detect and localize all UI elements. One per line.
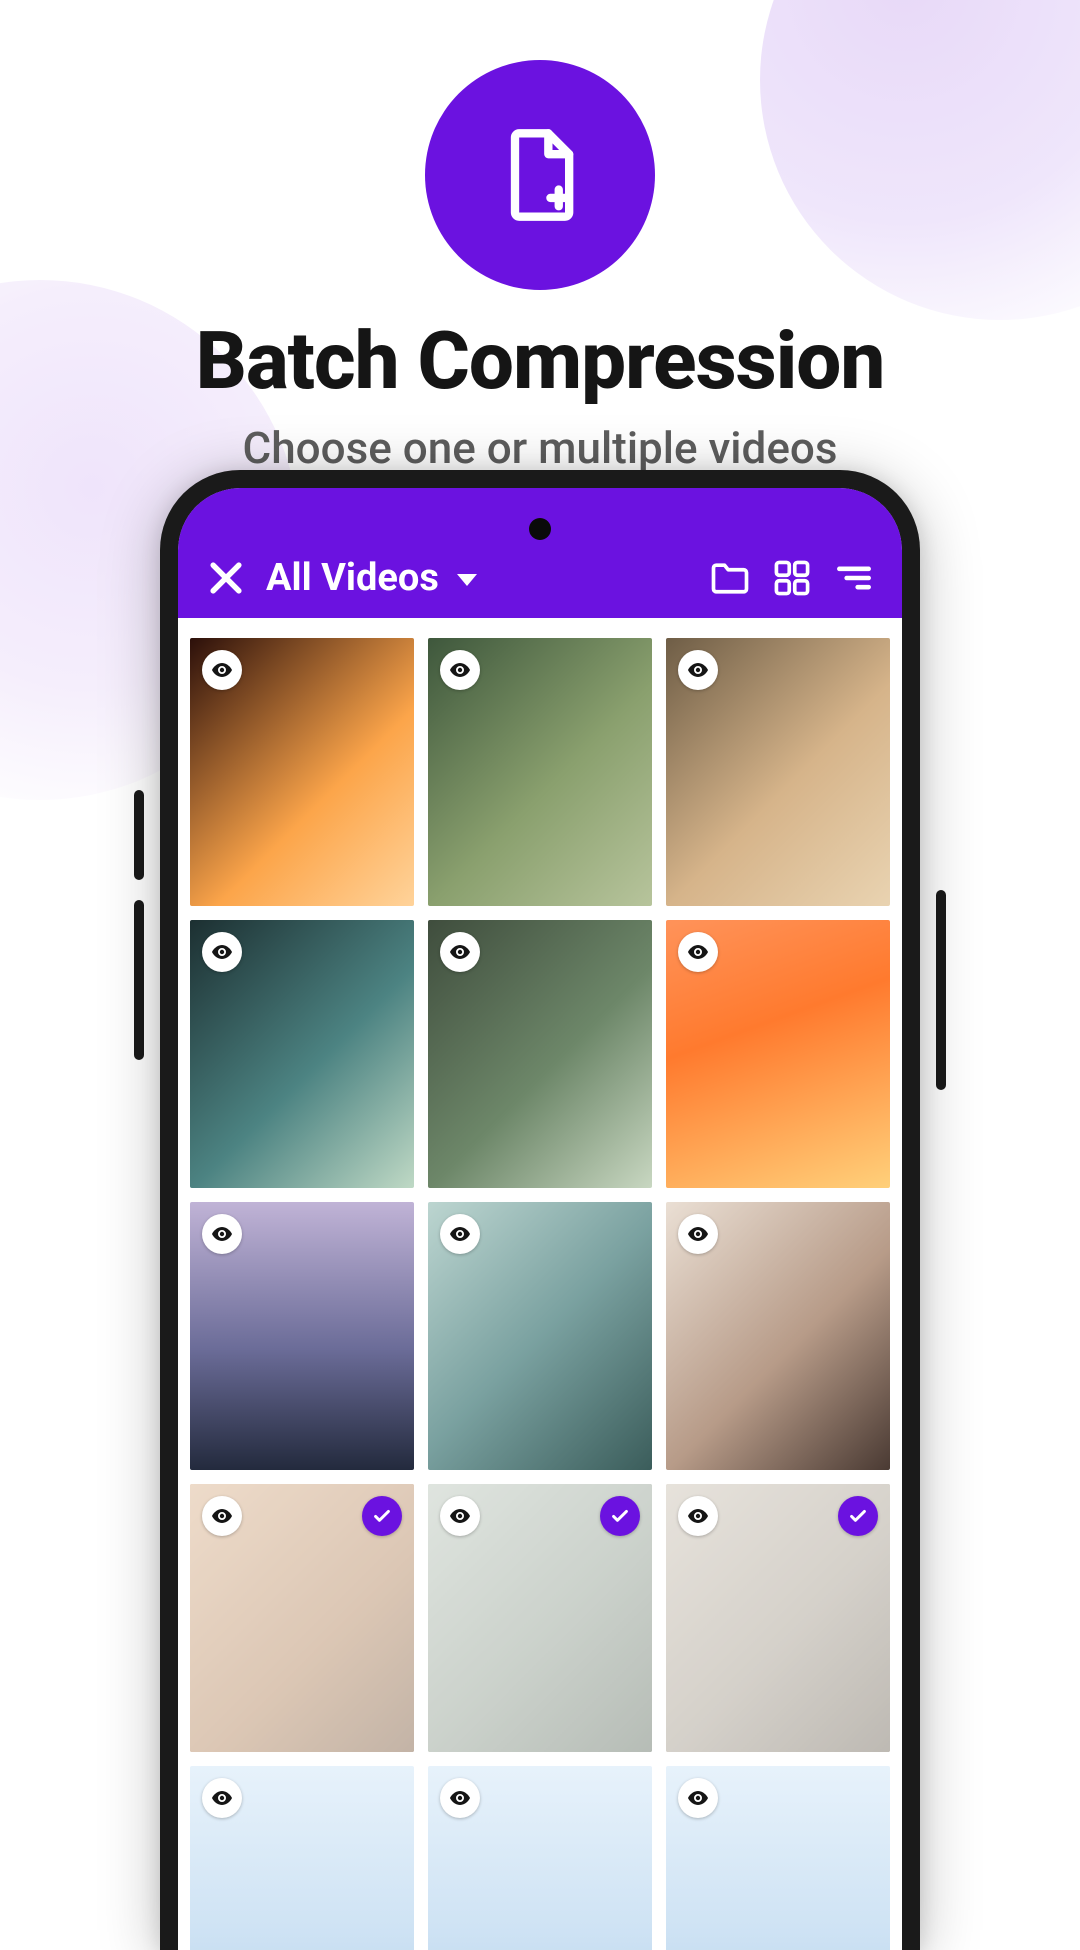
video-thumbnail[interactable] [666,638,890,906]
eye-icon[interactable] [678,932,718,972]
check-icon [838,1496,878,1536]
video-thumbnail[interactable] [666,1202,890,1470]
video-thumbnail[interactable] [190,1766,414,1950]
eye-icon[interactable] [202,1778,242,1818]
folder-icon[interactable] [708,556,752,600]
phone-side-button [134,790,144,880]
video-grid [178,618,902,1950]
video-thumbnail[interactable] [428,1484,652,1752]
video-thumbnail[interactable] [190,1202,414,1470]
appbar-title: All Videos [266,556,439,600]
phone-mockup: All Videos [160,470,920,1950]
check-icon [600,1496,640,1536]
eye-icon[interactable] [678,1214,718,1254]
eye-icon[interactable] [202,650,242,690]
grid-view-icon[interactable] [770,556,814,600]
eye-icon[interactable] [440,1214,480,1254]
eye-icon[interactable] [678,1778,718,1818]
video-thumbnail[interactable] [428,920,652,1188]
eye-icon[interactable] [440,932,480,972]
eye-icon[interactable] [202,1214,242,1254]
eye-icon[interactable] [440,1496,480,1536]
video-thumbnail[interactable] [190,920,414,1188]
video-thumbnail[interactable] [190,1484,414,1752]
filter-icon[interactable] [832,556,876,600]
app-screen: All Videos [178,488,902,1950]
video-thumbnail[interactable] [666,920,890,1188]
file-plus-icon [425,60,655,290]
video-thumbnail[interactable] [666,1766,890,1950]
eye-icon[interactable] [202,932,242,972]
phone-side-button [936,890,946,1090]
video-thumbnail[interactable] [190,638,414,906]
phone-camera-notch [529,518,551,540]
hero: Batch Compression Choose one or multiple… [0,0,1080,529]
video-thumbnail[interactable] [428,638,652,906]
eye-icon[interactable] [440,650,480,690]
appbar-title-dropdown[interactable]: All Videos [266,556,477,600]
eye-icon[interactable] [678,650,718,690]
check-icon [362,1496,402,1536]
close-icon[interactable] [204,556,248,600]
hero-subtitle-line: Choose one or multiple videos [242,422,837,474]
video-thumbnail[interactable] [428,1766,652,1950]
eye-icon[interactable] [440,1778,480,1818]
chevron-down-icon [457,574,477,586]
hero-title: Batch Compression [196,314,885,408]
eye-icon[interactable] [678,1496,718,1536]
appbar: All Videos [178,488,902,618]
phone-side-button [134,900,144,1060]
video-thumbnail[interactable] [428,1202,652,1470]
video-thumbnail[interactable] [666,1484,890,1752]
eye-icon[interactable] [202,1496,242,1536]
